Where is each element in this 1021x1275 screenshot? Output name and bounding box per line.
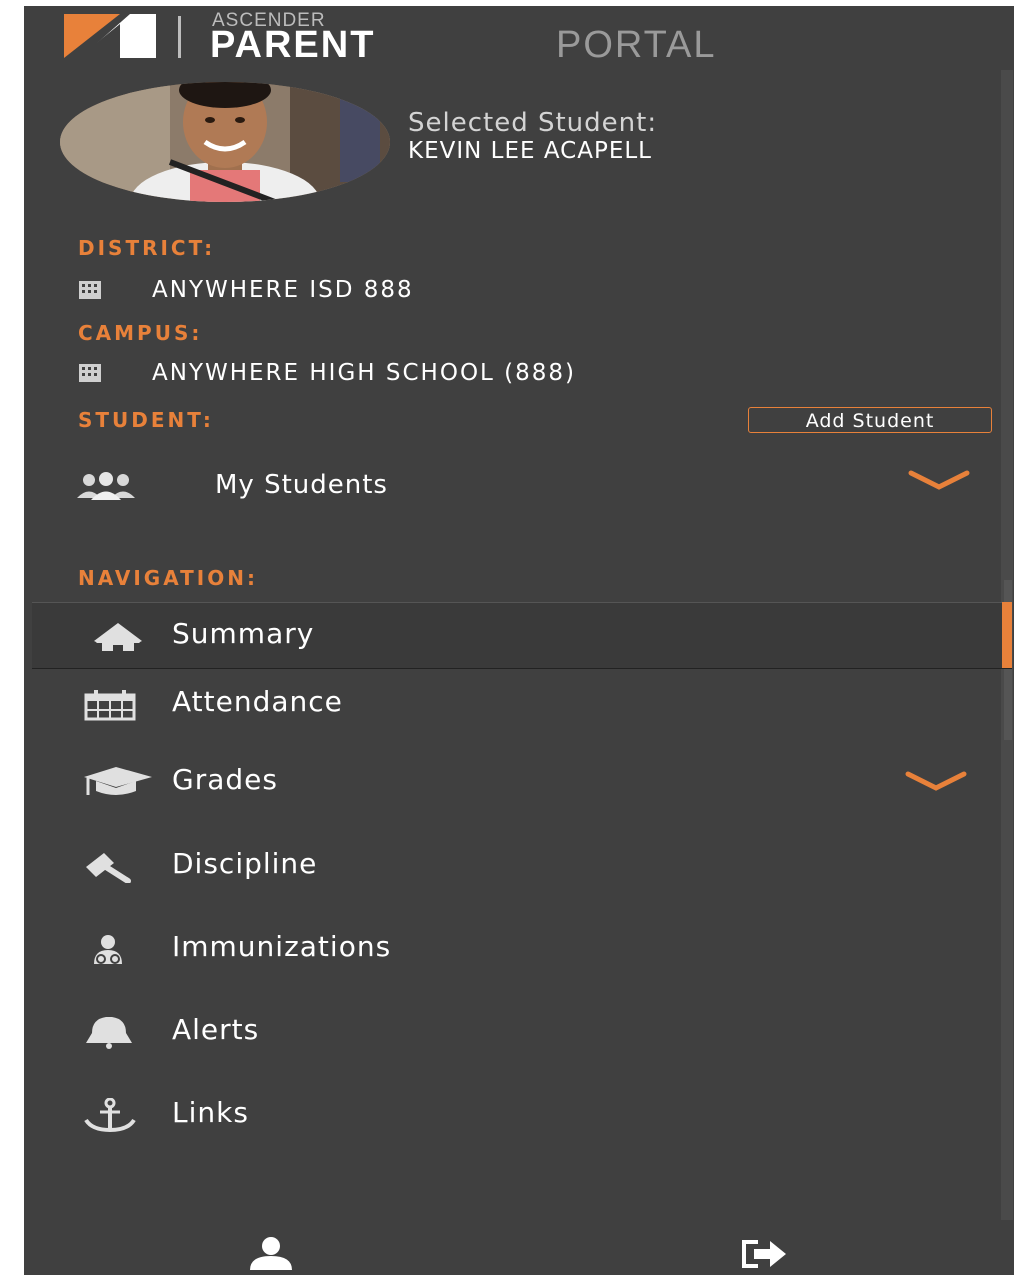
active-indicator bbox=[1002, 602, 1012, 668]
user-icon[interactable] bbox=[246, 1236, 296, 1272]
chevron-down-icon bbox=[908, 470, 970, 490]
anchor-icon bbox=[84, 1098, 136, 1132]
nav-item-summary[interactable]: Summary bbox=[32, 602, 1012, 669]
logo-portal-text: PORTAL bbox=[556, 24, 717, 66]
sign-out-icon[interactable] bbox=[738, 1236, 788, 1272]
gavel-icon bbox=[86, 853, 131, 883]
nav-label-summary: Summary bbox=[172, 617, 315, 650]
app-logo[interactable]: ASCENDER PARENT PORTAL bbox=[60, 10, 890, 66]
my-students-dropdown[interactable]: My Students bbox=[75, 465, 975, 507]
district-name: ANYWHERE ISD 888 bbox=[152, 277, 414, 303]
building-icon bbox=[79, 364, 101, 382]
chevron-down-icon[interactable] bbox=[904, 770, 968, 794]
navigation-label: NAVIGATION: bbox=[78, 566, 258, 590]
nav-item-immunizations[interactable]: Immunizations bbox=[32, 915, 1012, 981]
nav-item-alerts[interactable]: Alerts bbox=[32, 998, 1012, 1064]
my-students-label: My Students bbox=[215, 470, 388, 500]
campus-row: ANYWHERE HIGH SCHOOL (888) bbox=[75, 358, 576, 388]
nav-item-grades[interactable]: Grades bbox=[32, 748, 1012, 814]
district-row: ANYWHERE ISD 888 bbox=[75, 275, 414, 305]
nav-item-discipline[interactable]: Discipline bbox=[32, 832, 1012, 898]
calendar-icon bbox=[84, 690, 136, 721]
add-student-button[interactable]: Add Student bbox=[748, 407, 992, 433]
building-icon bbox=[79, 281, 101, 299]
selected-student-label: Selected Student: bbox=[408, 108, 658, 138]
nav-label-discipline: Discipline bbox=[172, 847, 318, 880]
users-icon bbox=[77, 472, 135, 500]
home-icon bbox=[94, 623, 142, 651]
selected-student-name: KEVIN LEE ACAPELL bbox=[408, 138, 652, 164]
stethoscope-icon bbox=[94, 935, 122, 964]
nav-label-links: Links bbox=[172, 1096, 249, 1129]
nav-label-attendance: Attendance bbox=[172, 685, 343, 718]
nav-label-grades: Grades bbox=[172, 763, 278, 796]
logo-parent-text: PARENT bbox=[210, 24, 376, 66]
campus-name: ANYWHERE HIGH SCHOOL (888) bbox=[152, 360, 577, 386]
bell-icon bbox=[86, 1017, 132, 1049]
nav-label-immunizations: Immunizations bbox=[172, 930, 392, 963]
nav-item-attendance[interactable]: Attendance bbox=[32, 670, 1012, 736]
campus-label: CAMPUS: bbox=[78, 321, 203, 345]
student-section-label: STUDENT: bbox=[78, 408, 214, 432]
nav-label-alerts: Alerts bbox=[172, 1013, 260, 1046]
district-label: DISTRICT: bbox=[78, 236, 216, 260]
graduation-cap-icon bbox=[84, 767, 152, 795]
nav-item-links[interactable]: Links bbox=[32, 1081, 1012, 1147]
student-avatar bbox=[60, 82, 390, 202]
ascender-logo-mark bbox=[64, 14, 156, 58]
logo-separator bbox=[178, 16, 181, 58]
